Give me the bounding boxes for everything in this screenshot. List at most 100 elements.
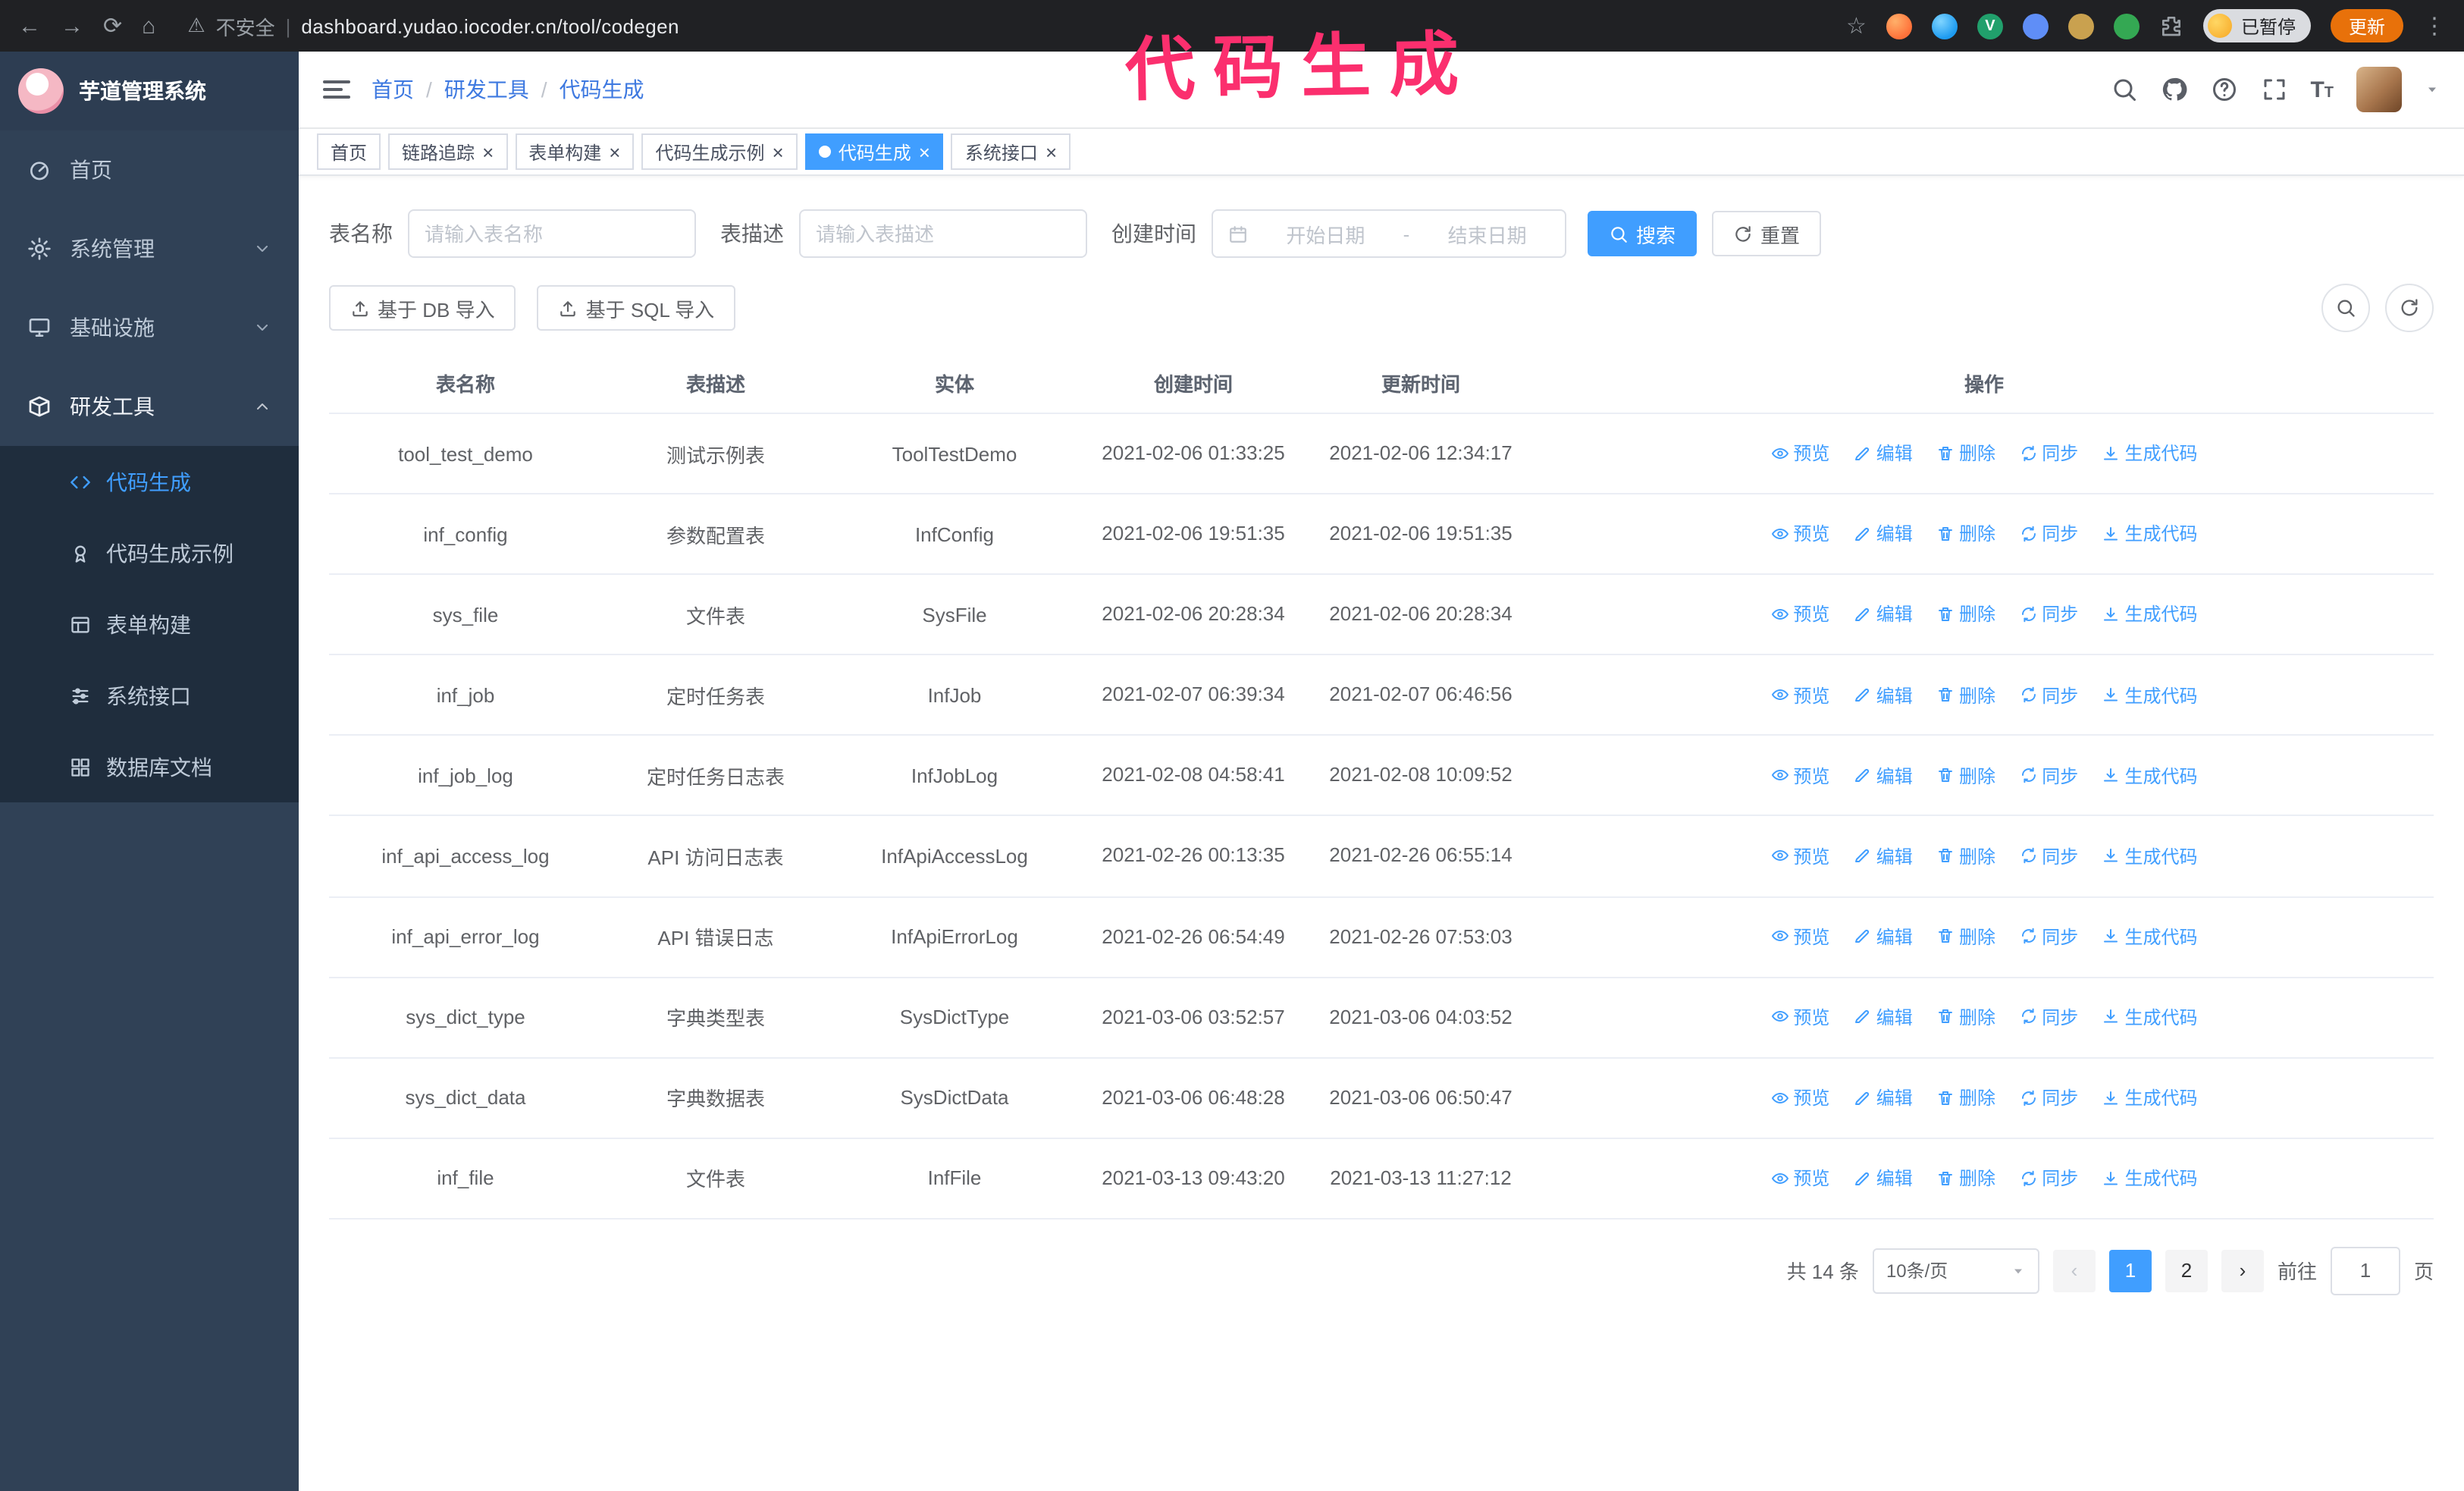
page-button-2[interactable]: 2 xyxy=(2165,1249,2208,1292)
preview-link[interactable]: 预览 xyxy=(1770,1004,1829,1030)
generate-code-link[interactable]: 生成代码 xyxy=(2102,521,2198,547)
extension-drop-icon[interactable] xyxy=(1931,13,1958,39)
close-icon[interactable]: × xyxy=(1045,142,1057,162)
github-icon[interactable] xyxy=(2160,76,2187,103)
edit-link[interactable]: 编辑 xyxy=(1854,521,1913,547)
preview-link[interactable]: 预览 xyxy=(1770,762,1829,788)
date-range-picker[interactable]: 开始日期 - 结束日期 xyxy=(1212,209,1566,258)
extension-coin-icon[interactable] xyxy=(2067,13,2094,39)
delete-link[interactable]: 删除 xyxy=(1936,441,1995,466)
tag-form-builder[interactable]: 表单构建 × xyxy=(515,133,635,170)
generate-code-link[interactable]: 生成代码 xyxy=(2102,1004,2198,1030)
extension-fox-icon[interactable] xyxy=(1886,13,1912,39)
next-page-button[interactable]: › xyxy=(2221,1249,2264,1292)
app-logo[interactable]: 芋道管理系统 xyxy=(0,52,299,130)
preview-link[interactable]: 预览 xyxy=(1770,601,1829,627)
edit-link[interactable]: 编辑 xyxy=(1854,682,1913,708)
search-button[interactable]: 搜索 xyxy=(1588,211,1698,256)
sidebar-item-system-management[interactable]: 系统管理 xyxy=(0,209,299,288)
generate-code-link[interactable]: 生成代码 xyxy=(2102,843,2198,869)
sidebar-collapse-icon[interactable] xyxy=(323,80,350,99)
font-size-icon[interactable]: TT xyxy=(2310,78,2334,101)
generate-code-link[interactable]: 生成代码 xyxy=(2102,1085,2198,1110)
sync-link[interactable]: 同步 xyxy=(2019,924,2078,950)
delete-link[interactable]: 删除 xyxy=(1936,762,1995,788)
refresh-table-button[interactable] xyxy=(2385,284,2434,332)
edit-link[interactable]: 编辑 xyxy=(1854,1165,1913,1191)
sync-link[interactable]: 同步 xyxy=(2019,521,2078,547)
generate-code-link[interactable]: 生成代码 xyxy=(2102,441,2198,466)
delete-link[interactable]: 删除 xyxy=(1936,1165,1995,1191)
delete-link[interactable]: 删除 xyxy=(1936,601,1995,627)
sidebar-item-code-generation[interactable]: 代码生成 xyxy=(0,446,299,517)
bookmark-star-icon[interactable]: ☆ xyxy=(1846,14,1867,37)
search-icon[interactable] xyxy=(2110,76,2137,103)
sync-link[interactable]: 同步 xyxy=(2019,441,2078,466)
avatar-caret-down-icon[interactable] xyxy=(2425,82,2440,97)
browser-menu-kebab-icon[interactable]: ⋮ xyxy=(2423,14,2446,37)
page-size-select[interactable]: 10条/页 xyxy=(1872,1248,2039,1294)
generate-code-link[interactable]: 生成代码 xyxy=(2102,601,2198,627)
page-button-1[interactable]: 1 xyxy=(2108,1249,2152,1292)
preview-link[interactable]: 预览 xyxy=(1770,1165,1829,1191)
edit-link[interactable]: 编辑 xyxy=(1854,843,1913,869)
sidebar-item-home[interactable]: 首页 xyxy=(0,130,299,209)
address-bar-url[interactable]: dashboard.yudao.iocoder.cn/tool/codegen xyxy=(301,14,679,37)
sidebar-item-infrastructure[interactable]: 基础设施 xyxy=(0,288,299,367)
preview-link[interactable]: 预览 xyxy=(1770,924,1829,950)
sidebar-item-form-builder[interactable]: 表单构建 xyxy=(0,589,299,660)
edit-link[interactable]: 编辑 xyxy=(1854,601,1913,627)
tag-system-api[interactable]: 系统接口 × xyxy=(951,133,1071,170)
profile-paused-chip[interactable]: 已暂停 xyxy=(2202,9,2311,42)
edit-link[interactable]: 编辑 xyxy=(1854,1004,1913,1030)
close-icon[interactable]: × xyxy=(773,142,784,162)
browser-reload-icon[interactable]: ⟳ xyxy=(103,14,122,37)
sidebar-item-codegen-example[interactable]: 代码生成示例 xyxy=(0,517,299,589)
fullscreen-icon[interactable] xyxy=(2260,76,2287,103)
edit-link[interactable]: 编辑 xyxy=(1854,762,1913,788)
preview-link[interactable]: 预览 xyxy=(1770,521,1829,547)
tag-home[interactable]: 首页 xyxy=(317,133,381,170)
extension-people-icon[interactable] xyxy=(2022,13,2049,39)
breadcrumb-home[interactable]: 首页 xyxy=(371,74,414,105)
delete-link[interactable]: 删除 xyxy=(1936,682,1995,708)
sync-link[interactable]: 同步 xyxy=(2019,1085,2078,1110)
goto-page-input[interactable] xyxy=(2330,1246,2400,1295)
generate-code-link[interactable]: 生成代码 xyxy=(2102,1165,2198,1191)
preview-link[interactable]: 预览 xyxy=(1770,682,1829,708)
table-desc-input[interactable] xyxy=(799,209,1087,258)
close-icon[interactable]: × xyxy=(919,142,930,162)
delete-link[interactable]: 删除 xyxy=(1936,843,1995,869)
sidebar-item-db-docs[interactable]: 数据库文档 xyxy=(0,731,299,802)
browser-home-icon[interactable]: ⌂ xyxy=(142,14,155,37)
tag-codegen-example[interactable]: 代码生成示例 × xyxy=(641,133,798,170)
user-avatar[interactable] xyxy=(2356,67,2402,112)
sync-link[interactable]: 同步 xyxy=(2019,762,2078,788)
delete-link[interactable]: 删除 xyxy=(1936,521,1995,547)
extension-vue-devtools-icon[interactable]: V xyxy=(1977,13,2003,39)
browser-update-button[interactable]: 更新 xyxy=(2330,9,2403,42)
edit-link[interactable]: 编辑 xyxy=(1854,1085,1913,1110)
breadcrumb-dev-tools[interactable]: 研发工具 xyxy=(444,74,529,105)
sync-link[interactable]: 同步 xyxy=(2019,601,2078,627)
close-icon[interactable]: × xyxy=(482,142,494,162)
extensions-puzzle-icon[interactable] xyxy=(2159,14,2183,38)
toggle-search-button[interactable] xyxy=(2321,284,2370,332)
edit-link[interactable]: 编辑 xyxy=(1854,441,1913,466)
browser-back-icon[interactable]: ← xyxy=(18,14,41,37)
sidebar-item-system-api[interactable]: 系统接口 xyxy=(0,660,299,731)
import-db-button[interactable]: 基于 DB 导入 xyxy=(329,285,516,331)
sync-link[interactable]: 同步 xyxy=(2019,682,2078,708)
sync-link[interactable]: 同步 xyxy=(2019,1004,2078,1030)
edit-link[interactable]: 编辑 xyxy=(1854,924,1913,950)
tag-code-generation-active[interactable]: 代码生成 × xyxy=(804,133,944,170)
reset-button[interactable]: 重置 xyxy=(1712,211,1822,256)
delete-link[interactable]: 删除 xyxy=(1936,1085,1995,1110)
import-sql-button[interactable]: 基于 SQL 导入 xyxy=(537,285,736,331)
delete-link[interactable]: 删除 xyxy=(1936,1004,1995,1030)
close-icon[interactable]: × xyxy=(609,142,620,162)
delete-link[interactable]: 删除 xyxy=(1936,924,1995,950)
generate-code-link[interactable]: 生成代码 xyxy=(2102,762,2198,788)
browser-forward-icon[interactable]: → xyxy=(61,14,83,37)
sync-link[interactable]: 同步 xyxy=(2019,1165,2078,1191)
